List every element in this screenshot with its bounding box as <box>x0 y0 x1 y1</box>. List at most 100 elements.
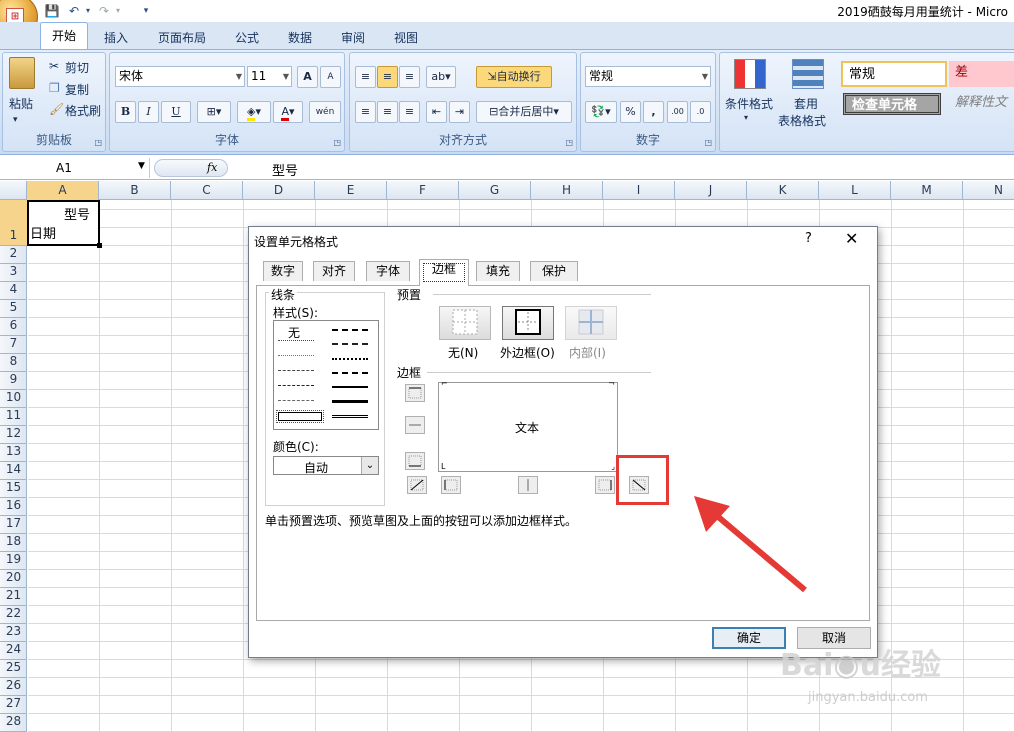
tab-review[interactable]: 审阅 <box>341 29 365 46</box>
merge-center-button[interactable]: ⊟合并后居中▾ <box>476 101 572 123</box>
align-right-icon[interactable]: ≡ <box>399 101 420 123</box>
tab-number[interactable]: 数字 <box>263 261 303 281</box>
tab-data[interactable]: 数据 <box>288 29 312 46</box>
bold-button[interactable]: B <box>115 101 136 123</box>
col-header-a[interactable]: A <box>27 181 99 200</box>
cut-button[interactable]: 剪切 <box>65 59 89 76</box>
line-style-option[interactable] <box>332 386 368 388</box>
border-left-button[interactable] <box>441 476 461 494</box>
row-header[interactable]: 15 <box>0 480 27 498</box>
col-header-h[interactable]: H <box>531 181 603 200</box>
align-top-icon[interactable]: ≡ <box>355 66 376 88</box>
font-launcher-icon[interactable]: ◳ <box>333 138 341 147</box>
percent-button[interactable]: % <box>620 101 641 123</box>
tab-fill[interactable]: 填充 <box>476 261 520 281</box>
line-style-option[interactable] <box>278 400 314 401</box>
font-color-button[interactable]: A▾ <box>273 101 303 123</box>
tab-protection[interactable]: 保护 <box>530 261 578 281</box>
paste-button[interactable]: 粘贴 <box>9 95 33 112</box>
col-header-f[interactable]: F <box>387 181 459 200</box>
preset-none-label[interactable]: 无(N) <box>448 344 478 361</box>
style-check-cell[interactable]: 检查单元格 <box>843 93 941 115</box>
col-header-l[interactable]: L <box>819 181 891 200</box>
accounting-format-icon[interactable]: 💱▾ <box>585 101 617 123</box>
clipboard-launcher-icon[interactable]: ◳ <box>94 138 102 147</box>
row-header[interactable]: 20 <box>0 570 27 588</box>
line-style-none[interactable]: 无 <box>288 324 300 341</box>
underline-button[interactable]: U <box>161 101 191 123</box>
close-icon[interactable]: ✕ <box>845 229 858 248</box>
row-header[interactable]: 11 <box>0 408 27 426</box>
tab-page-layout[interactable]: 页面布局 <box>158 29 206 46</box>
select-all-corner[interactable] <box>0 181 27 200</box>
row-header[interactable]: 12 <box>0 426 27 444</box>
row-header[interactable]: 5 <box>0 300 27 318</box>
tab-font[interactable]: 字体 <box>366 261 410 281</box>
color-combo[interactable]: 自动 ⌄ <box>273 456 379 475</box>
col-header-n[interactable]: N <box>963 181 1014 200</box>
row-header[interactable]: 3 <box>0 264 27 282</box>
font-size-combo[interactable]: 11 ▼ <box>247 66 292 87</box>
border-bottom-button[interactable] <box>405 452 425 470</box>
row-header[interactable]: 7 <box>0 336 27 354</box>
row-header[interactable]: 10 <box>0 390 27 408</box>
row-header-1[interactable]: 1 <box>0 200 27 246</box>
table-format-label-2[interactable]: 表格格式 <box>778 112 826 129</box>
row-header[interactable]: 25 <box>0 660 27 678</box>
border-preview[interactable]: 文本 ⌐ ¬ L ⌟ <box>438 379 618 472</box>
table-format-icon[interactable] <box>792 59 824 89</box>
row-header[interactable]: 4 <box>0 282 27 300</box>
alignment-launcher-icon[interactable]: ◳ <box>565 138 573 147</box>
line-style-selected[interactable] <box>276 410 324 423</box>
col-header-c[interactable]: C <box>171 181 243 200</box>
row-header[interactable]: 19 <box>0 552 27 570</box>
style-normal[interactable]: 常规 <box>841 61 947 87</box>
border-right-button[interactable] <box>595 476 615 494</box>
tab-home[interactable]: 开始 <box>40 22 88 50</box>
name-box[interactable]: A1 ▼ <box>0 158 150 178</box>
line-style-option[interactable] <box>332 343 368 345</box>
col-header-k[interactable]: K <box>747 181 819 200</box>
row-header[interactable]: 23 <box>0 624 27 642</box>
row-header[interactable]: 27 <box>0 696 27 714</box>
border-top-button[interactable] <box>405 384 425 402</box>
line-style-list[interactable]: 无 <box>273 320 379 430</box>
row-header[interactable]: 6 <box>0 318 27 336</box>
row-header[interactable]: 14 <box>0 462 27 480</box>
increase-indent-icon[interactable]: ⇥ <box>449 101 470 123</box>
borders-button[interactable]: ⊞▾ <box>197 101 231 123</box>
line-style-option[interactable] <box>278 385 314 386</box>
cut-icon[interactable]: ✂ <box>49 59 59 73</box>
help-icon[interactable]: ? <box>805 231 812 246</box>
copy-button[interactable]: 复制 <box>65 81 89 98</box>
row-header[interactable]: 22 <box>0 606 27 624</box>
tab-border[interactable]: 边框 <box>419 259 469 286</box>
row-header[interactable]: 9 <box>0 372 27 390</box>
row-header[interactable]: 13 <box>0 444 27 462</box>
border-middle-button[interactable] <box>405 416 425 434</box>
orientation-icon[interactable]: ab▾ <box>426 66 456 88</box>
tab-insert[interactable]: 插入 <box>104 29 128 46</box>
insert-function-icon[interactable]: fx <box>207 161 217 174</box>
decrease-decimal-icon[interactable]: .0 <box>690 101 711 123</box>
decrease-indent-icon[interactable]: ⇤ <box>426 101 447 123</box>
row-header[interactable]: 8 <box>0 354 27 372</box>
preset-none-button[interactable] <box>439 306 491 340</box>
conditional-format-button[interactable]: 条件格式 <box>725 95 773 112</box>
wrap-text-button[interactable]: ⇲自动换行 <box>476 66 552 88</box>
line-style-option[interactable] <box>332 415 368 418</box>
preset-outline-label[interactable]: 外边框(O) <box>500 344 555 361</box>
col-header-b[interactable]: B <box>99 181 171 200</box>
cell-a1[interactable]: 型号 日期 <box>27 200 102 248</box>
align-bottom-icon[interactable]: ≡ <box>399 66 420 88</box>
comma-button[interactable]: , <box>643 101 664 123</box>
shrink-font-button[interactable]: A <box>320 66 341 88</box>
style-explanatory[interactable]: 解释性文 <box>949 91 1014 117</box>
font-name-combo[interactable]: 宋体 ▼ <box>115 66 245 87</box>
number-format-combo[interactable]: 常规 ▼ <box>585 66 711 87</box>
fill-color-button[interactable]: ◈▾ <box>237 101 271 123</box>
preset-inside-button[interactable] <box>565 306 617 340</box>
redo-dropdown-icon[interactable]: ▾ <box>110 3 126 19</box>
fill-handle[interactable] <box>97 243 102 248</box>
align-middle-icon[interactable]: ≡ <box>377 66 398 88</box>
